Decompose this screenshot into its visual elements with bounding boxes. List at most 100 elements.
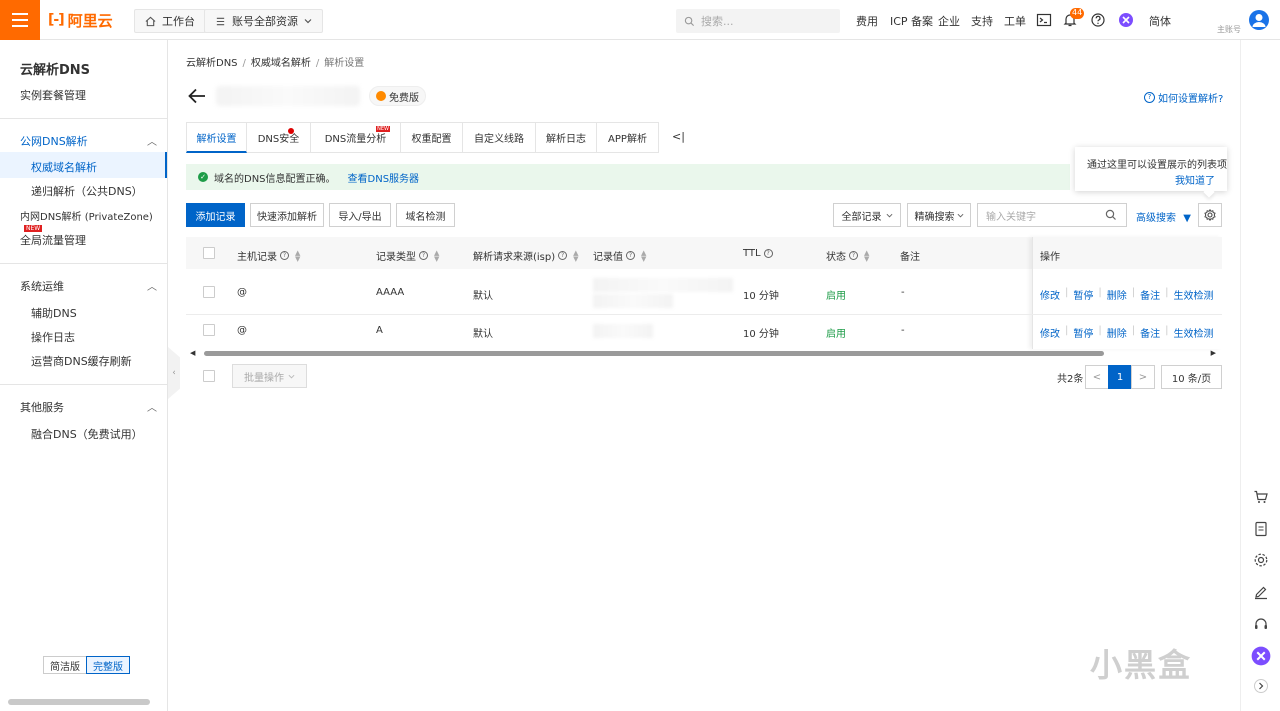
chevron-up-icon[interactable]: ︿ [147, 278, 157, 293]
verify-link[interactable]: 生效检测 [1174, 325, 1214, 340]
menu-icon[interactable] [0, 0, 40, 40]
sidebar-group-public-dns[interactable]: 公网DNS解析 [20, 133, 88, 149]
chevron-up-icon[interactable]: ︿ [147, 133, 157, 148]
terminal-icon[interactable] [1036, 12, 1052, 28]
scroll-left-icon[interactable]: ◀ [190, 349, 195, 357]
sort-icon[interactable]: ▲ ▼ [295, 249, 300, 262]
nav-fees[interactable]: 费用 [856, 13, 878, 29]
tab-dns-traffic[interactable]: DNS流量分析 NEW [311, 122, 401, 153]
aliyun-logo[interactable]: [-] 阿里云 [48, 10, 113, 30]
tab-custom-line[interactable]: 自定义线路 [463, 122, 536, 153]
sidebar-item-isp-cache[interactable]: 运营商DNS缓存刷新 [31, 353, 132, 369]
sidebar-collapse-handle[interactable]: ‹ [168, 347, 180, 399]
page-size-select[interactable]: 10 条/页 [1161, 365, 1222, 389]
help-icon[interactable] [1090, 12, 1106, 28]
workbench-button[interactable]: 工作台 [134, 9, 206, 33]
record-filter-select[interactable]: 全部记录 [833, 203, 901, 227]
quick-add-button[interactable]: 快速添加解析 [250, 203, 324, 227]
prev-page-button[interactable]: < [1085, 365, 1109, 389]
pause-link[interactable]: 暂停 [1073, 287, 1093, 302]
help-link[interactable]: ? 如何设置解析? [1144, 90, 1223, 105]
sidebar-item-fusion-dns[interactable]: 融合DNS（免费试用） [31, 426, 143, 442]
column-host[interactable]: 主机记录? ▲ ▼ [237, 248, 300, 263]
advanced-search-toggle[interactable]: 高级搜索 ▼ [1136, 209, 1191, 224]
nav-support[interactable]: 支持 [971, 13, 993, 29]
add-record-button[interactable]: 添加记录 [186, 203, 245, 227]
divider [0, 263, 167, 264]
table-horizontal-scrollbar[interactable]: ◀ ▶ [186, 349, 1222, 358]
delete-link[interactable]: 删除 [1107, 325, 1127, 340]
sidebar-item-recursive[interactable]: 递归解析（公共DNS） [31, 183, 143, 199]
view-dns-servers-link[interactable]: 查看DNS服务器 [348, 170, 420, 185]
search-input[interactable]: 搜索... [676, 9, 840, 33]
row-checkbox[interactable] [203, 324, 215, 336]
bulk-actions-button[interactable]: 批量操作 [232, 364, 307, 388]
column-type[interactable]: 记录类型? ▲ ▼ [376, 248, 439, 263]
pause-link[interactable]: 暂停 [1073, 325, 1093, 340]
edit-link[interactable]: 修改 [1040, 287, 1060, 302]
edit-icon[interactable] [1253, 584, 1269, 600]
delete-link[interactable]: 删除 [1107, 287, 1127, 302]
sidebar-item-instance[interactable]: 实例套餐管理 [20, 87, 86, 103]
language-switch[interactable]: 简体 [1149, 13, 1171, 29]
search-mode-select[interactable]: 精确搜索 [907, 203, 971, 227]
verify-link[interactable]: 生效检测 [1174, 287, 1214, 302]
tooltip-dismiss-link[interactable]: 我知道了 [1175, 172, 1215, 187]
tab-app[interactable]: APP解析 [597, 122, 659, 153]
breadcrumb-item[interactable]: 权威域名解析 [251, 58, 311, 69]
column-status[interactable]: 状态? ▲ ▼ [826, 248, 869, 263]
sidebar-group-other[interactable]: 其他服务 [20, 399, 64, 415]
column-isp[interactable]: 解析请求来源(isp)? ▲ ▼ [473, 248, 579, 263]
back-arrow-icon[interactable] [186, 85, 208, 107]
document-icon[interactable] [1253, 521, 1269, 537]
keyword-input[interactable]: 输入关键字 [977, 203, 1127, 227]
sort-icon[interactable]: ▲ ▼ [864, 249, 869, 262]
sort-icon[interactable]: ▲ ▼ [573, 249, 578, 262]
chevron-right-icon[interactable] [1253, 678, 1269, 694]
import-export-button[interactable]: 导入/导出 [329, 203, 391, 227]
search-icon[interactable] [1105, 209, 1117, 221]
avatar[interactable] [1249, 10, 1269, 30]
sidebar-item-op-log[interactable]: 操作日志 [31, 329, 75, 345]
sidebar-item-private-zone[interactable]: 内网DNS解析 (PrivateZone)NEW [20, 208, 167, 234]
tab-log[interactable]: 解析日志 [536, 122, 597, 153]
column-value[interactable]: 记录值? ▲ ▼ [593, 248, 646, 263]
scrollbar-thumb[interactable] [204, 351, 1104, 356]
sort-icon[interactable]: ▲ ▼ [434, 249, 439, 262]
sidebar-item-global-traffic[interactable]: 全局流量管理 [20, 232, 86, 248]
nav-enterprise[interactable]: 企业 [938, 13, 960, 29]
select-all-checkbox[interactable] [203, 247, 215, 259]
remark-link[interactable]: 备注 [1140, 325, 1160, 340]
sidebar-scrollbar[interactable] [8, 699, 150, 705]
page-1-button[interactable]: 1 [1108, 365, 1132, 389]
column-settings-button[interactable] [1198, 203, 1222, 227]
next-page-button[interactable]: > [1131, 365, 1155, 389]
cart-icon[interactable] [1253, 489, 1269, 505]
tab-record-settings[interactable]: 解析设置 [186, 122, 247, 153]
column-ttl[interactable]: TTL? [743, 248, 773, 259]
mode-full-button[interactable]: 完整版 [86, 656, 130, 674]
tab-weight[interactable]: 权重配置 [401, 122, 463, 153]
chevron-up-icon[interactable]: ︿ [147, 399, 157, 414]
sidebar-item-aux-dns[interactable]: 辅助DNS [31, 305, 77, 321]
sidebar-group-ops[interactable]: 系统运维 [20, 278, 64, 294]
scroll-right-icon[interactable]: ▶ [1211, 349, 1216, 357]
tab-dns-security[interactable]: DNS安全 [247, 122, 311, 153]
resources-dropdown[interactable]: 账号全部资源 [204, 9, 323, 33]
tab-scroll-button[interactable]: <| [672, 130, 685, 143]
assistant-icon[interactable] [1118, 12, 1134, 28]
headset-icon[interactable] [1253, 616, 1269, 632]
assistant-icon[interactable] [1251, 646, 1271, 666]
domain-check-button[interactable]: 域名检测 [396, 203, 455, 227]
sort-icon[interactable]: ▲ ▼ [641, 249, 646, 262]
nav-icp[interactable]: ICP 备案 [890, 13, 933, 29]
mode-simple-button[interactable]: 简洁版 [43, 656, 87, 674]
breadcrumb-item[interactable]: 云解析DNS [186, 58, 238, 69]
footer-select-all-checkbox[interactable] [203, 370, 215, 382]
edit-link[interactable]: 修改 [1040, 325, 1060, 340]
remark-link[interactable]: 备注 [1140, 287, 1160, 302]
nav-ticket[interactable]: 工单 [1004, 13, 1026, 29]
row-checkbox[interactable] [203, 286, 215, 298]
gear-icon[interactable] [1253, 552, 1269, 568]
sidebar-item-authoritative[interactable]: 权威域名解析 [31, 159, 97, 175]
